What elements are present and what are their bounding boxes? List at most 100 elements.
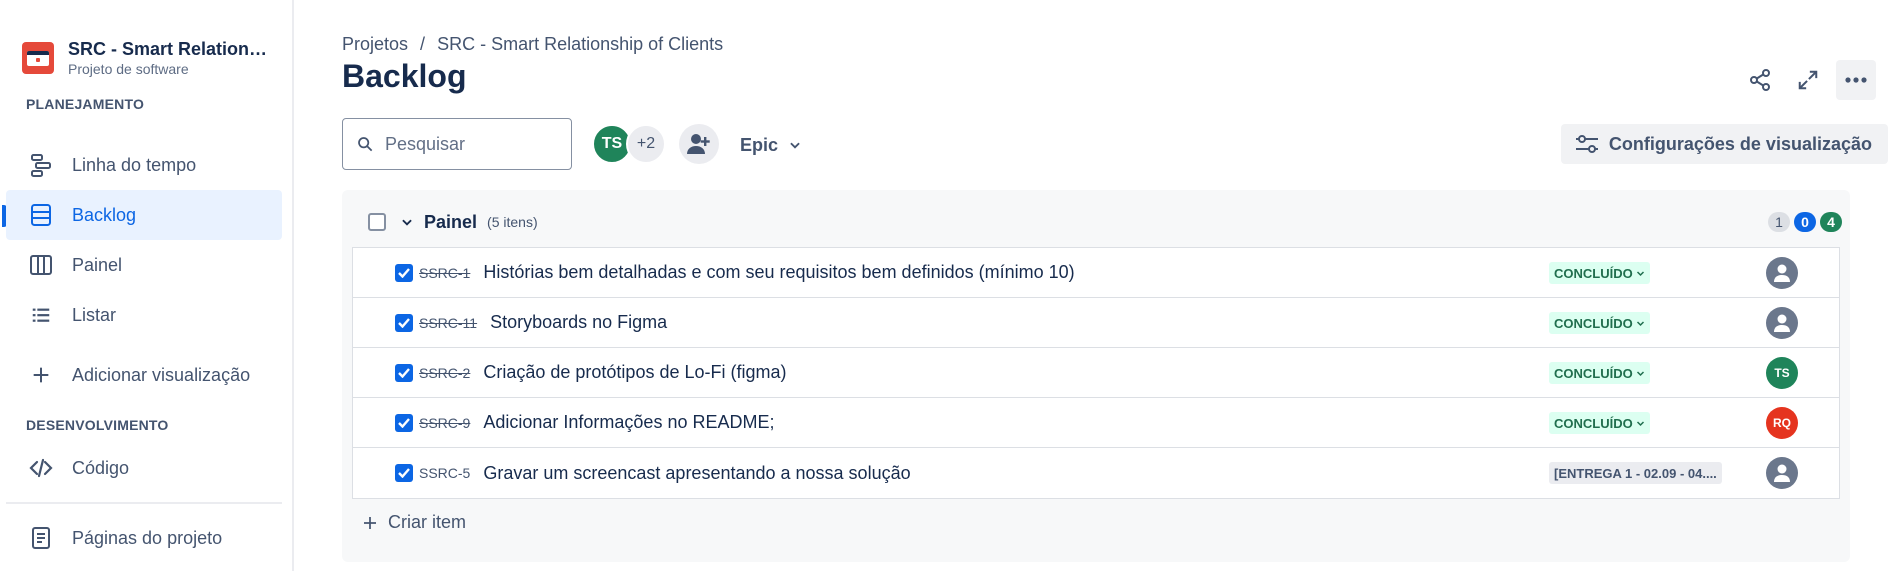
chevron-down-icon bbox=[1636, 420, 1644, 426]
issue-checkbox[interactable] bbox=[395, 313, 413, 332]
todo-count-badge: 1 bbox=[1768, 212, 1790, 232]
epic-filter-dropdown[interactable]: Epic bbox=[740, 130, 802, 160]
status-label: CONCLUÍDO bbox=[1554, 315, 1633, 331]
board-panel: Painel (5 itens) 1 0 4 SSRC-1 Histórias … bbox=[342, 190, 1850, 562]
checkmark-icon bbox=[398, 468, 410, 478]
more-icon bbox=[1845, 77, 1867, 83]
project-header[interactable]: SRC - Smart Relationship of Clients Proj… bbox=[22, 38, 273, 78]
sidebar-item-label: Código bbox=[72, 457, 130, 478]
sidebar-item-list[interactable]: Listar bbox=[6, 290, 282, 340]
project-logo-icon bbox=[22, 42, 54, 74]
sidebar-item-label: Linha do tempo bbox=[72, 154, 197, 175]
epic-filter-label: Epic bbox=[740, 134, 779, 155]
issue-key[interactable]: SSRC-5 bbox=[419, 465, 470, 481]
unassigned-avatar[interactable] bbox=[1766, 307, 1798, 339]
avatar[interactable]: TS bbox=[1766, 357, 1798, 389]
sidebar-item-add-view[interactable]: Adicionar visualização bbox=[6, 350, 282, 400]
user-icon bbox=[1774, 264, 1790, 282]
chevron-down-icon bbox=[1636, 320, 1644, 326]
sidebar-item-timeline[interactable]: Linha do tempo bbox=[6, 140, 282, 190]
panel-name: Painel bbox=[424, 211, 478, 232]
sidebar-item-project-pages[interactable]: Páginas do projeto bbox=[6, 513, 282, 563]
create-item-button[interactable]: Criar item bbox=[362, 512, 466, 533]
backlog-icon bbox=[28, 202, 54, 228]
issue-checkbox[interactable] bbox=[395, 263, 413, 282]
sidebar-item-code[interactable]: Código bbox=[6, 443, 282, 493]
avatar[interactable]: RQ bbox=[1766, 407, 1798, 439]
issue-row[interactable]: SSRC-1 Histórias bem detalhadas e com se… bbox=[353, 248, 1839, 298]
status-label: CONCLUÍDO bbox=[1554, 415, 1633, 431]
sidebar: SRC - Smart Relationship of Clients Proj… bbox=[0, 0, 294, 571]
create-item-label: Criar item bbox=[388, 512, 467, 532]
issue-row[interactable]: SSRC-2 Criação de protótipos de Lo-Fi (f… bbox=[353, 348, 1839, 398]
checkmark-icon bbox=[398, 317, 410, 328]
checkmark-icon bbox=[398, 267, 410, 278]
share-button[interactable] bbox=[1740, 60, 1780, 100]
issue-key[interactable]: SSRC-2 bbox=[419, 365, 470, 381]
search-box[interactable] bbox=[342, 118, 572, 170]
add-people-button[interactable] bbox=[679, 124, 719, 164]
status-counts: 1 0 4 bbox=[1768, 212, 1842, 232]
issue-key[interactable]: SSRC-11 bbox=[419, 315, 477, 331]
issue-summary[interactable]: Adicionar Informações no README; bbox=[483, 412, 774, 433]
sidebar-item-label: Adicionar visualização bbox=[72, 364, 251, 385]
timeline-icon bbox=[28, 152, 54, 178]
issue-summary[interactable]: Storyboards no Figma bbox=[490, 312, 667, 333]
issue-summary[interactable]: Criação de protótipos de Lo-Fi (figma) bbox=[483, 362, 786, 383]
status-dropdown[interactable]: CONCLUÍDO bbox=[1549, 312, 1650, 334]
fullscreen-button[interactable] bbox=[1788, 60, 1828, 100]
settings-sliders-icon bbox=[1575, 135, 1598, 153]
issue-row[interactable]: SSRC-9 Adicionar Informações no README; … bbox=[353, 398, 1839, 448]
search-icon bbox=[358, 137, 373, 152]
sidebar-item-label: Páginas do projeto bbox=[72, 527, 223, 548]
user-icon bbox=[1774, 314, 1790, 332]
panel-header: Painel (5 itens) bbox=[368, 210, 538, 234]
view-settings-label: Configurações de visualização bbox=[1608, 133, 1872, 154]
status-label: CONCLUÍDO bbox=[1554, 365, 1633, 381]
plus-icon bbox=[28, 362, 54, 388]
issue-summary[interactable]: Histórias bem detalhadas e com seu requi… bbox=[483, 262, 1074, 283]
expand-icon bbox=[1798, 70, 1818, 90]
breadcrumb-project-link[interactable]: SRC - Smart Relationship of Clients bbox=[437, 34, 723, 55]
unassigned-avatar[interactable] bbox=[1766, 457, 1798, 489]
breadcrumb: Projetos / SRC - Smart Relationship of C… bbox=[342, 34, 723, 55]
pages-icon bbox=[28, 525, 54, 551]
panel-item-count: (5 itens) bbox=[487, 214, 538, 230]
user-icon bbox=[1774, 464, 1790, 482]
issue-checkbox[interactable] bbox=[395, 464, 413, 482]
issue-checkbox[interactable] bbox=[395, 363, 413, 382]
checkmark-icon bbox=[398, 417, 410, 428]
issue-list: SSRC-1 Histórias bem detalhadas e com se… bbox=[352, 247, 1840, 499]
main-content: Projetos / SRC - Smart Relationship of C… bbox=[294, 0, 1888, 571]
sidebar-item-label: Listar bbox=[72, 304, 117, 325]
issue-row[interactable]: SSRC-11 Storyboards no Figma CONCLUÍDO bbox=[353, 298, 1839, 348]
add-person-icon bbox=[687, 134, 710, 154]
list-icon bbox=[28, 302, 54, 328]
status-dropdown[interactable]: CONCLUÍDO bbox=[1549, 262, 1650, 284]
issue-row[interactable]: SSRC-5 Gravar um screencast apresentando… bbox=[353, 448, 1839, 498]
sidebar-item-board[interactable]: Painel bbox=[6, 240, 282, 290]
sidebar-item-label: Painel bbox=[72, 254, 123, 275]
share-icon bbox=[1750, 69, 1770, 91]
breadcrumb-projects-link[interactable]: Projetos bbox=[342, 34, 408, 55]
issue-key[interactable]: SSRC-9 bbox=[419, 415, 470, 431]
status-dropdown[interactable]: CONCLUÍDO bbox=[1549, 412, 1650, 434]
done-count-badge: 4 bbox=[1820, 212, 1842, 232]
sprint-lozenge[interactable]: [ENTREGA 1 - 02.09 - 04.... bbox=[1549, 462, 1722, 484]
sidebar-item-backlog[interactable]: Backlog bbox=[6, 190, 282, 240]
issue-checkbox[interactable] bbox=[395, 413, 413, 432]
issue-key[interactable]: SSRC-1 bbox=[419, 265, 470, 281]
status-dropdown[interactable]: CONCLUÍDO bbox=[1549, 362, 1650, 384]
chevron-down-icon[interactable] bbox=[400, 215, 414, 229]
chevron-down-icon bbox=[1636, 270, 1644, 276]
checkmark-icon bbox=[398, 367, 410, 378]
select-all-checkbox[interactable] bbox=[368, 213, 386, 231]
issue-summary[interactable]: Gravar um screencast apresentando a noss… bbox=[483, 463, 910, 484]
unassigned-avatar[interactable] bbox=[1766, 257, 1798, 289]
more-avatars-button[interactable]: +2 bbox=[626, 124, 666, 164]
more-actions-button[interactable] bbox=[1836, 60, 1876, 100]
view-settings-button[interactable]: Configurações de visualização bbox=[1560, 124, 1888, 164]
page-actions bbox=[1740, 60, 1876, 100]
section-title-planning: PLANEJAMENTO bbox=[26, 96, 145, 112]
search-input[interactable] bbox=[385, 133, 565, 155]
